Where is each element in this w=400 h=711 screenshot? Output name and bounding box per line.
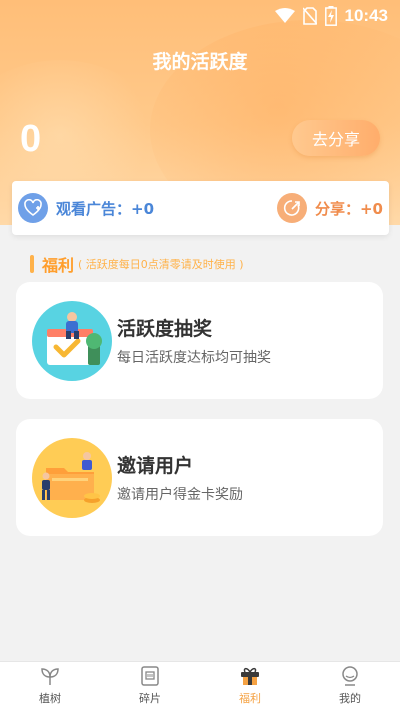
card-title: 活跃度抽奖 xyxy=(117,318,213,340)
no-sim-icon xyxy=(302,7,317,25)
section-note: ( 活跃度每日0点清零请及时使用 ) xyxy=(78,258,244,271)
nav-label: 福利 xyxy=(239,692,261,705)
nav-mine[interactable]: 我的 xyxy=(300,662,400,711)
share-arrow-icon xyxy=(276,193,307,223)
calendar-check-illustration-icon xyxy=(32,301,112,381)
heart-plus-icon xyxy=(18,193,48,223)
share-value: +0 xyxy=(359,199,383,218)
status-time: 10:43 xyxy=(344,6,388,25)
page-title: 我的活跃度 xyxy=(152,51,248,73)
status-bar: 10:43 xyxy=(0,0,400,32)
invite-user-card[interactable]: 邀请用户 邀请用户得金卡奖励 xyxy=(16,419,383,536)
nav-label: 碎片 xyxy=(139,692,161,705)
share-button[interactable]: 去分享 xyxy=(292,120,380,156)
welfare-section-header: 福利 ( 活跃度每日0点清零请及时使用 ) xyxy=(30,252,244,276)
card-subtitle: 每日活跃度达标均可抽奖 xyxy=(117,350,271,366)
section-title: 福利 xyxy=(42,256,75,275)
watch-ads-label: 观看广告： xyxy=(56,199,132,218)
share-stat[interactable]: 分享：+0 xyxy=(276,193,383,223)
nav-fragments[interactable]: 碎片 xyxy=(100,662,200,711)
wifi-icon xyxy=(274,8,295,23)
gold-card-folder-illustration-icon xyxy=(32,438,112,518)
activity-score: 0 xyxy=(20,118,42,160)
activity-stats-card: 观看广告：+0 分享：+0 xyxy=(12,181,389,235)
gift-box-icon xyxy=(241,667,259,685)
nav-tree-planting[interactable]: 植树 xyxy=(0,662,100,711)
user-profile-icon xyxy=(342,666,358,686)
nav-label: 植树 xyxy=(39,692,61,705)
sprout-icon xyxy=(41,668,59,685)
nav-welfare[interactable]: 福利 xyxy=(200,662,300,711)
card-title: 邀请用户 xyxy=(117,455,194,477)
bottom-nav: 植树 碎片 福利 我的 xyxy=(0,661,400,711)
battery-charging-icon xyxy=(324,6,337,26)
activity-lottery-card[interactable]: 活跃度抽奖 每日活跃度达标均可抽奖 xyxy=(16,282,383,399)
share-label: 分享： xyxy=(314,199,360,218)
nav-label: 我的 xyxy=(339,692,361,705)
watch-ads-stat[interactable]: 观看广告：+0 xyxy=(18,193,154,223)
watch-ads-value: +0 xyxy=(131,199,155,218)
card-subtitle: 邀请用户得金卡奖励 xyxy=(117,487,243,503)
fragment-card-icon xyxy=(141,666,159,686)
